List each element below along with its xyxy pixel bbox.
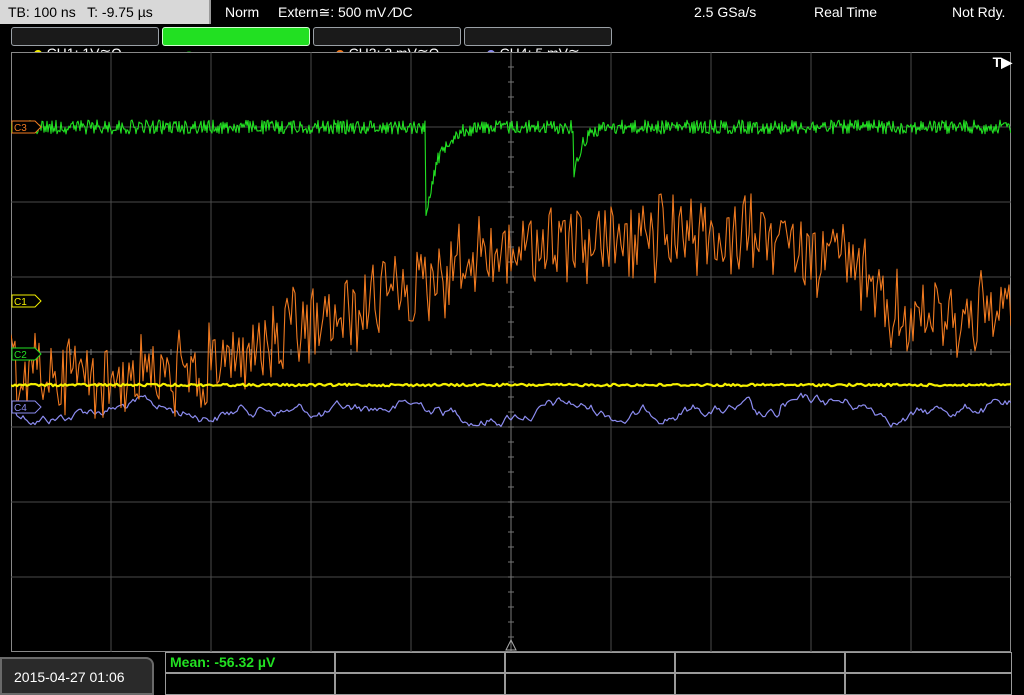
channel-4-button[interactable]: CH4: 5 mV≅ xyxy=(464,27,612,61)
measurement-cell-2[interactable] xyxy=(335,652,505,673)
measurement-cell-8[interactable] xyxy=(505,673,675,695)
trigger-mode[interactable]: Norm xyxy=(225,0,259,24)
marker-label: C2 xyxy=(14,350,27,361)
channel-2-button[interactable]: CH2: 5 mV≅Ω xyxy=(162,27,310,61)
trigger-source[interactable]: Extern≅: 500 mV ⁄DC xyxy=(278,0,413,24)
measurement-cell-3[interactable] xyxy=(505,652,675,673)
measurement-cell-6[interactable] xyxy=(165,673,335,695)
channel-3-level-marker[interactable]: C3 xyxy=(11,120,42,134)
waveform-grid[interactable]: C1 C2 C3 C4 xyxy=(11,52,1011,652)
measurement-cell-5[interactable] xyxy=(845,652,1012,673)
date-time-display: 2015-04-27 01:06 xyxy=(0,657,154,695)
channel-1-button[interactable]: CH1: 1V≅Ω xyxy=(11,27,159,61)
channel-3-button[interactable]: CH3: 2 mV≅Ω xyxy=(313,27,461,61)
measurement-cell-10[interactable] xyxy=(845,673,1012,695)
measurement-cell-7[interactable] xyxy=(335,673,505,695)
measurement-cell-9[interactable] xyxy=(675,673,845,695)
timebase-value: TB: 100 ns xyxy=(8,4,76,20)
channel-row: CH1: 1V≅Ω CH2: 5 mV≅Ω CH3: 2 mV≅Ω CH4: 5… xyxy=(0,24,1024,61)
channel-1-level-marker[interactable]: C1 xyxy=(11,294,42,308)
timebase-panel[interactable]: TB: 100 ns T: -9.75 µs xyxy=(0,0,211,24)
waveform-display[interactable]: C1 C2 C3 C4 xyxy=(11,52,1011,652)
marker-label: C3 xyxy=(14,123,27,134)
trigger-time-value: T: -9.75 µs xyxy=(87,4,153,20)
status-bar: TB: 100 ns T: -9.75 µs Norm Extern≅: 500… xyxy=(0,0,1024,24)
bottom-bar: 2015-04-27 01:06 Mean: -56.32 µV xyxy=(0,652,1024,695)
sample-rate[interactable]: 2.5 GSa/s xyxy=(694,0,756,24)
mean-measurement: Mean: -56.32 µV xyxy=(170,654,276,670)
acquisition-mode[interactable]: Real Time xyxy=(814,0,877,24)
trigger-position-indicator[interactable]: T▶ xyxy=(993,54,1012,71)
measurement-cell-4[interactable] xyxy=(675,652,845,673)
channel-4-level-marker[interactable]: C4 xyxy=(11,400,42,414)
marker-label: C4 xyxy=(14,403,27,414)
acquisition-status: Not Rdy. xyxy=(952,4,1006,20)
channel-2-level-marker[interactable]: C2 xyxy=(11,347,42,361)
marker-label: C1 xyxy=(14,297,27,308)
